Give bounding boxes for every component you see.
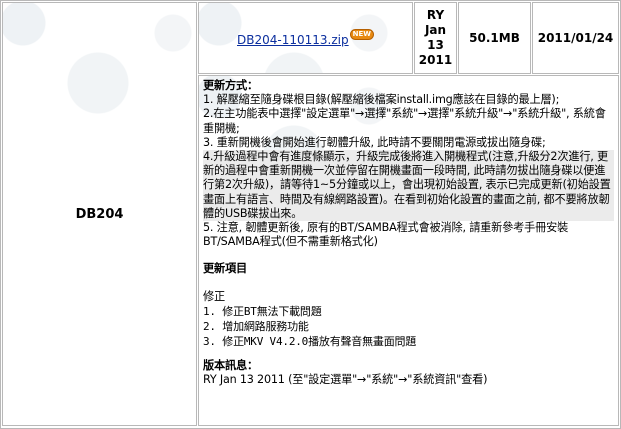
file-size: 50.1MB <box>469 31 520 45</box>
firmware-download-link[interactable]: DB204-110113.zip <box>237 33 349 47</box>
file-cell: DB204-110113.zip NEW <box>198 2 413 74</box>
model-cell: DB204 <box>2 2 197 426</box>
update-step: 5. 注意, 韌體更新後, 原有的BT/SAMBA程式會被消除, 請重新參考手冊… <box>203 221 569 249</box>
release-date: 2011/01/24 <box>537 31 614 45</box>
size-cell: 50.1MB <box>458 2 531 74</box>
version-info-heading: 版本訊息： <box>203 358 258 372</box>
new-badge-icon: NEW <box>349 28 374 40</box>
version-line: 13 <box>427 38 444 52</box>
notes-cell: 更新方式： 1. 解壓縮至隨身碟根目錄(解壓縮後檔案install.img應該在… <box>198 75 619 426</box>
version-line: RY <box>426 8 445 22</box>
fix-item: 3. 修正MKV V4.2.0播放有聲音無畫面問題 <box>203 334 417 348</box>
version-cell: RY Jan 13 2011 <box>414 2 457 74</box>
version-line: 2011 <box>418 53 453 67</box>
version-info: RY Jan 13 2011 (至"設定選單"→"系統"→"系統資訊"查看) <box>203 373 488 387</box>
update-step: 3. 重新開機後會開始進行韌體升級, 此時請不要關閉電源或拔出隨身碟; <box>203 135 546 149</box>
update-method-heading: 更新方式： <box>203 79 258 92</box>
version-line: Jan <box>424 23 447 37</box>
update-step: 4.升級過程中會有進度條顯示，升級完成後將進入開機程式(注意,升級分2次進行, … <box>203 150 614 222</box>
update-step: 1. 解壓縮至隨身碟根目錄(解壓縮後檔案install.img應該在目錄的最上層… <box>203 93 560 107</box>
fix-item: 2. 增加網路服務功能 <box>203 319 309 333</box>
fix-label: 修正 <box>203 289 225 303</box>
update-items-heading: 更新項目 <box>203 262 247 276</box>
model-name: DB204 <box>75 206 124 222</box>
update-step: 2.在主功能表中選擇"設定選單"→選擇"系統"→選擇"系統升級"→"系統升級",… <box>203 107 606 135</box>
date-cell: 2011/01/24 <box>532 2 619 74</box>
fix-item: 1. 修正BT無法下載問題 <box>203 304 322 318</box>
